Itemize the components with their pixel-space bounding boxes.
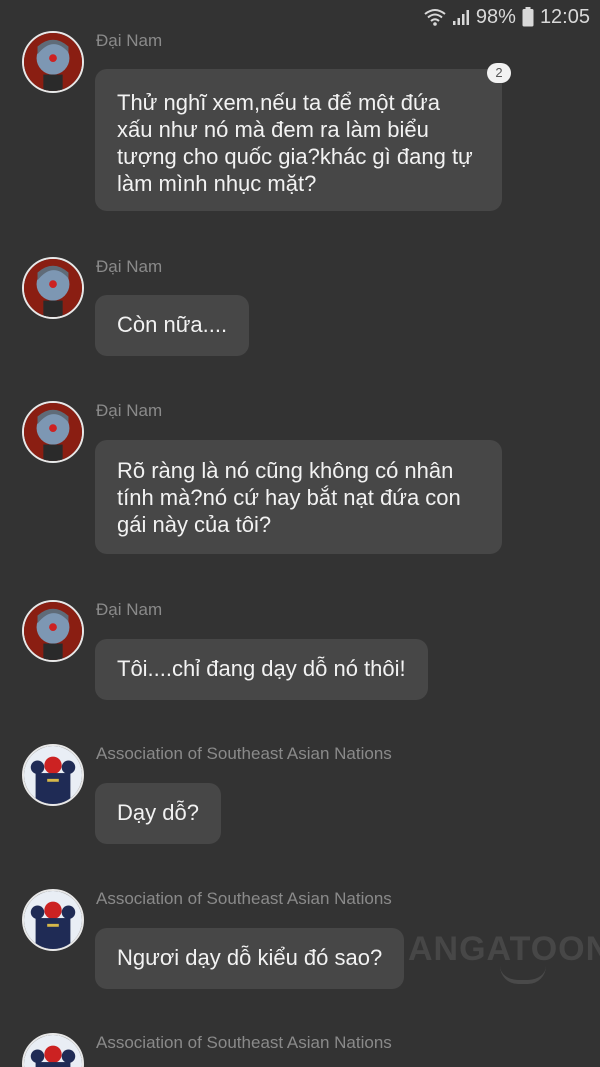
battery-icon: [522, 7, 534, 27]
dai-nam-avatar[interactable]: [22, 31, 84, 93]
message-bubble[interactable]: Rõ ràng là nó cũng không có nhân tính mà…: [95, 440, 502, 554]
message-bubble[interactable]: Dạy dỗ?: [95, 783, 221, 844]
comment-count-badge[interactable]: 2: [487, 63, 511, 83]
watermark-smile: [500, 966, 546, 984]
signal-icon: [452, 8, 470, 26]
dai-nam-avatar[interactable]: [22, 401, 84, 463]
sender-name: Đại Nam: [96, 257, 163, 276]
dai-nam-avatar[interactable]: [22, 257, 84, 319]
battery-percent: 98%: [475, 5, 516, 28]
message-bubble[interactable]: Ngươi dạy dỗ kiểu đó sao?: [95, 928, 405, 989]
chat-screen: 98% 12:05 ANGATOON Đại Nam Thử nghĩ xem,…: [0, 0, 600, 1067]
asean-avatar[interactable]: [22, 744, 84, 806]
message-bubble[interactable]: Còn nữa....: [95, 295, 250, 356]
sender-name: Đại Nam: [96, 401, 163, 420]
status-bar: 98% 12:05: [424, 0, 590, 34]
watermark: ANGATOON: [408, 930, 600, 968]
wifi-icon: [424, 8, 446, 26]
sender-name: Association of Southeast Asian Nations: [96, 744, 392, 763]
clock: 12:05: [539, 5, 590, 28]
dai-nam-avatar[interactable]: [22, 600, 84, 662]
sender-name: Association of Southeast Asian Nations: [96, 1033, 392, 1052]
asean-avatar[interactable]: [22, 889, 84, 951]
sender-name: Association of Southeast Asian Nations: [96, 889, 392, 908]
message-bubble[interactable]: Tôi....chỉ đang dạy dỗ nó thôi!: [95, 639, 428, 700]
sender-name: Đại Nam: [96, 31, 163, 50]
message-bubble[interactable]: Thử nghĩ xem,nếu ta để một đứa xấu như n…: [95, 69, 502, 211]
sender-name: Đại Nam: [96, 600, 163, 619]
asean-avatar[interactable]: [22, 1033, 84, 1067]
